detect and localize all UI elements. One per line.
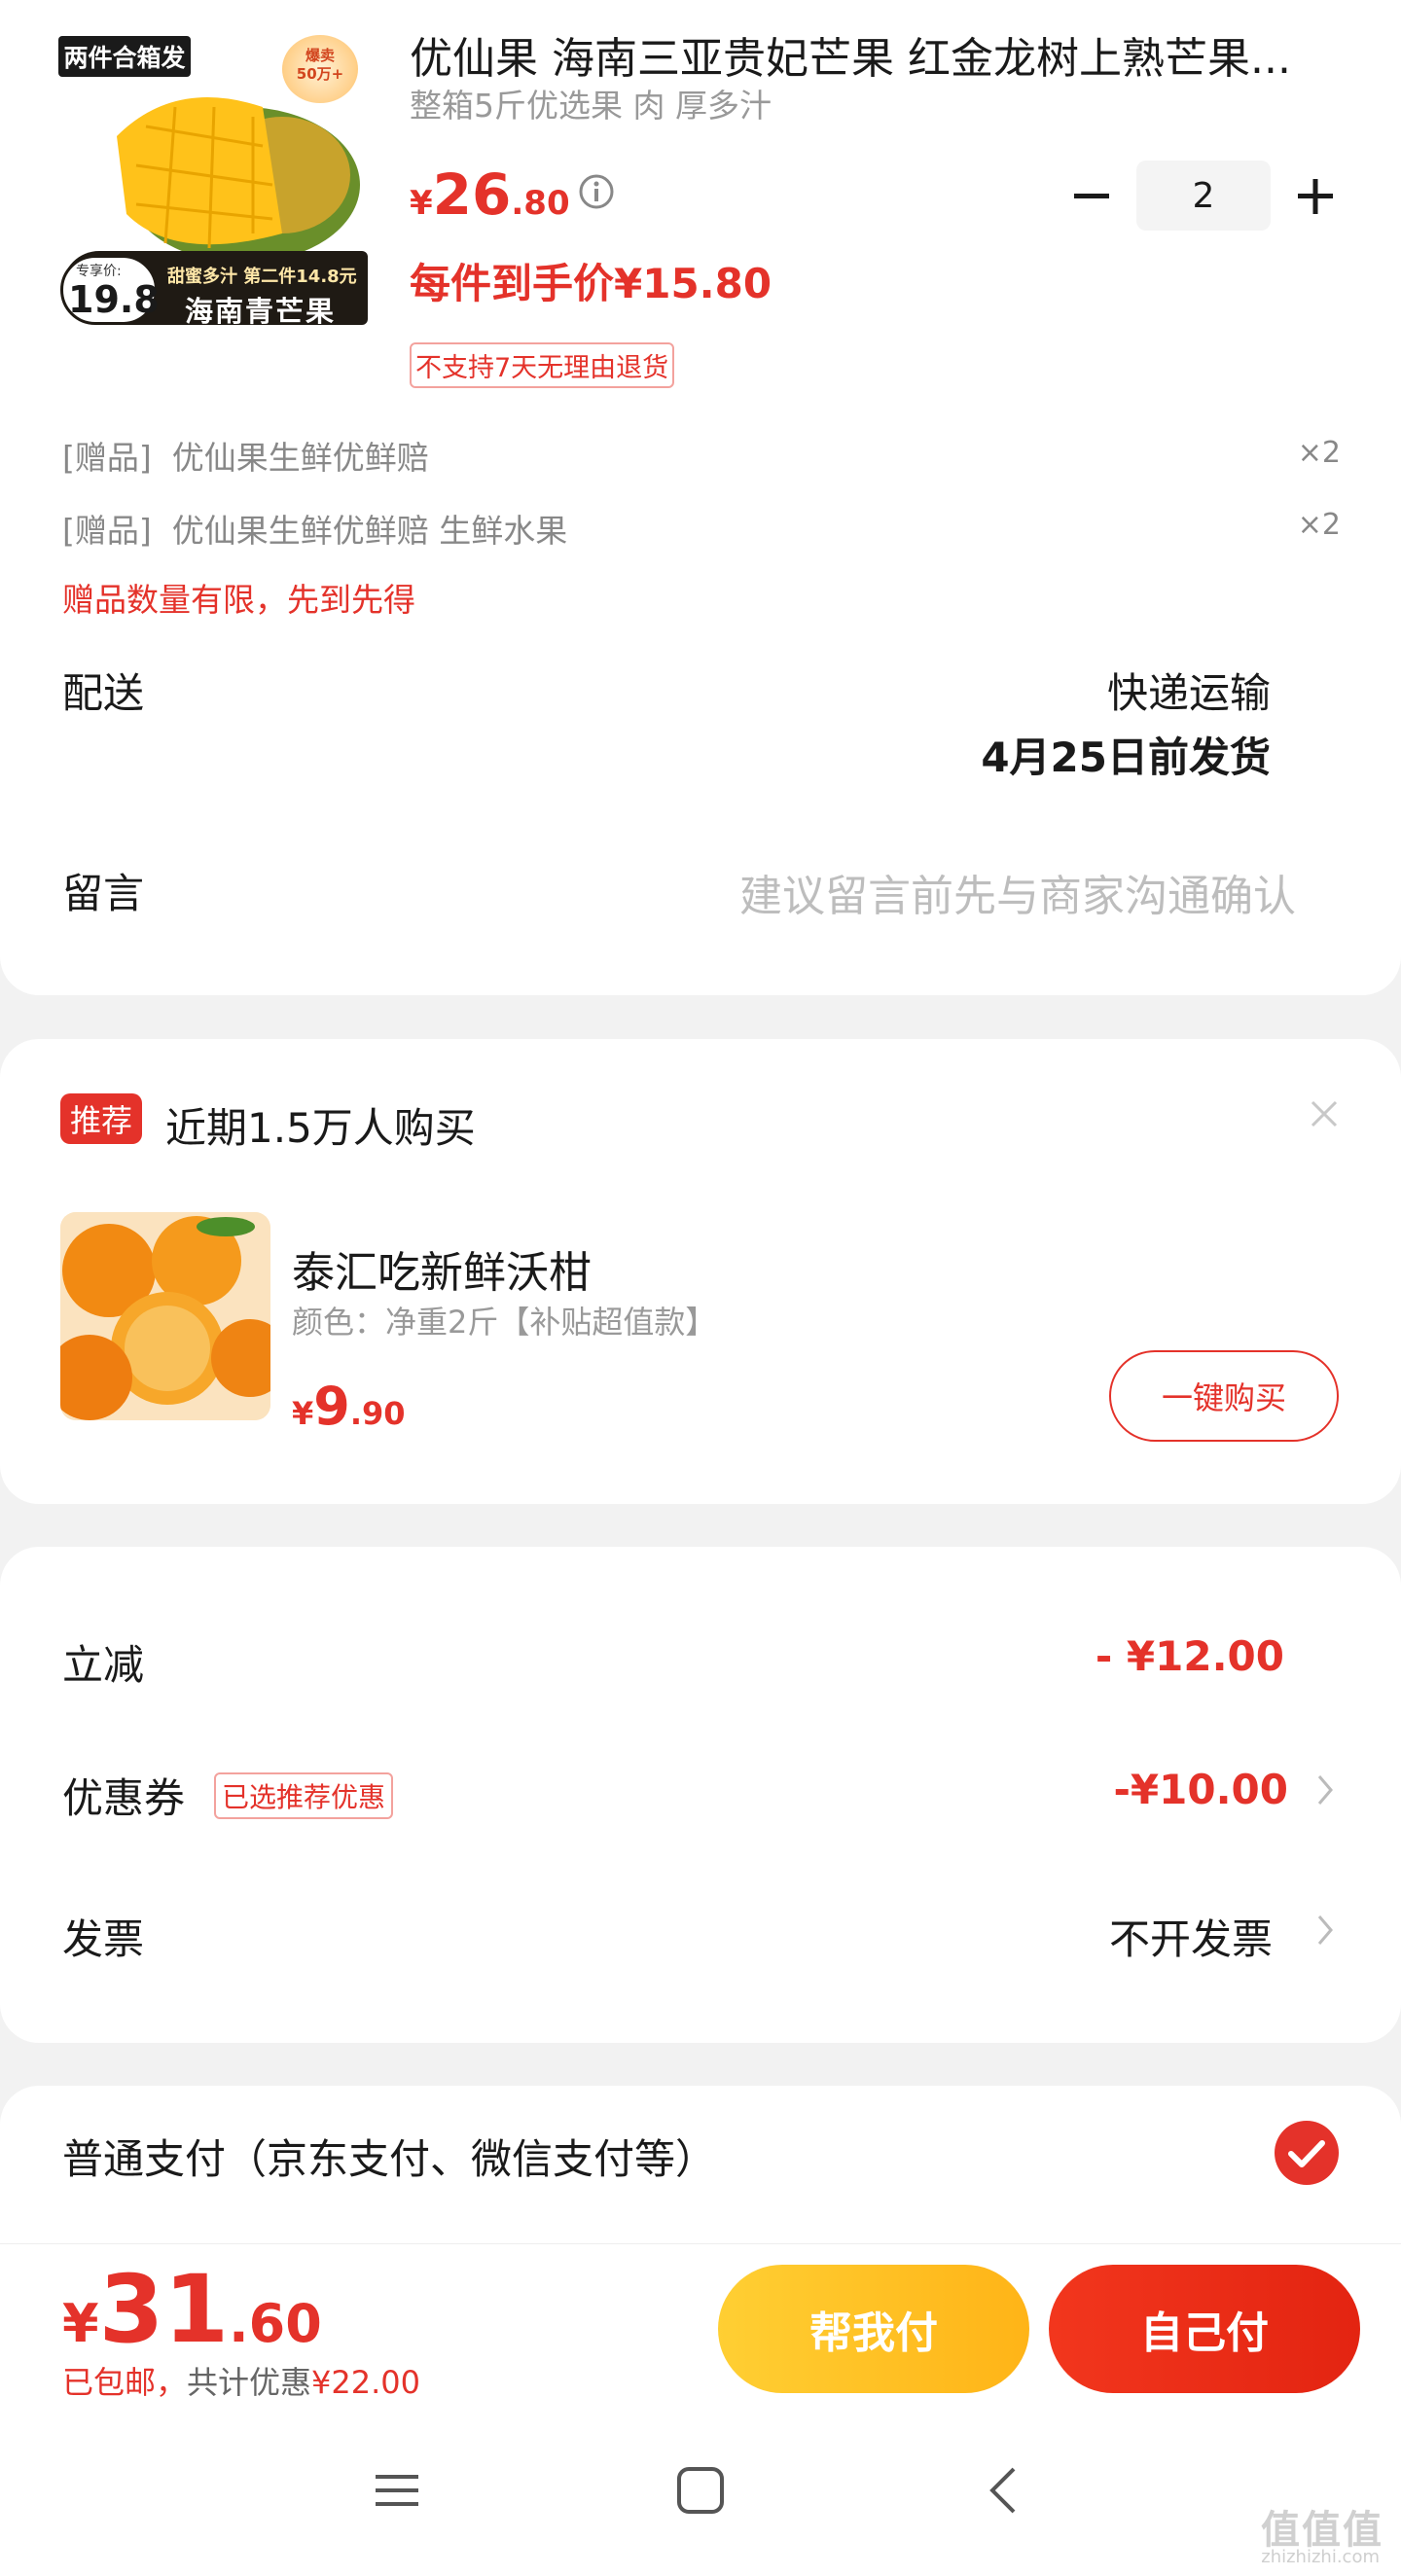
- image-sub-text: 甜蜜多汁 第二件14.8元: [167, 267, 357, 287]
- product-price: ¥26.80: [410, 161, 570, 228]
- instant-discount-label: 立减: [62, 1641, 145, 1689]
- total-decimal: .60: [229, 2293, 322, 2354]
- gift-tag: [赠品]: [62, 439, 152, 477]
- instant-discount-value: - ¥12.00: [1095, 1632, 1284, 1680]
- image-price: 19.8: [68, 278, 160, 321]
- delivery-date: 4月25日前发货: [981, 733, 1271, 781]
- info-icon[interactable]: [578, 173, 615, 210]
- rec-price-integer: 9: [313, 1376, 350, 1437]
- invoice-value[interactable]: 不开发票: [1109, 1907, 1273, 1966]
- product-subtitle: 整箱5斤优选果 肉 厚多汁: [410, 87, 772, 125]
- coupon-badge: 已选推荐优惠: [214, 1772, 394, 1819]
- recommend-product-image[interactable]: [60, 1212, 270, 1420]
- coupon-label[interactable]: 优惠券: [62, 1766, 185, 1825]
- burst-line2: 50万+: [296, 65, 344, 83]
- saving-value: ¥22.00: [311, 2364, 420, 2401]
- total-price: ¥31.60: [62, 2255, 322, 2364]
- image-price-label: 专享价:: [76, 264, 122, 279]
- gift-name: 优仙果生鲜优鲜赔 生鲜水果: [171, 512, 568, 550]
- rec-price-currency: ¥: [292, 1395, 314, 1432]
- message-input[interactable]: 建议留言前先与商家沟通确认: [739, 861, 1296, 923]
- quantity-plus-button[interactable]: [1294, 175, 1337, 218]
- image-product-name: 海南青芒果: [185, 295, 337, 328]
- gift-item: [赠品] 优仙果生鲜优鲜赔 生鲜水果: [62, 505, 567, 552]
- payment-method-label[interactable]: 普通支付（京东支付、微信支付等）: [62, 2127, 716, 2186]
- image-tag: 两件合箱发: [58, 36, 191, 77]
- price-currency: ¥: [410, 184, 433, 223]
- gift-name: 优仙果生鲜优鲜赔: [171, 439, 429, 477]
- total-currency: ¥: [62, 2293, 99, 2354]
- recommend-product-name[interactable]: 泰汇吃新鲜沃柑: [292, 1237, 592, 1300]
- saving-label: 共计优惠: [187, 2364, 312, 2401]
- quantity-minus-button[interactable]: [1070, 175, 1113, 218]
- rec-price-decimal: .90: [349, 1395, 406, 1432]
- one-click-buy-button[interactable]: 一键购买: [1109, 1350, 1339, 1442]
- close-icon[interactable]: [1310, 1099, 1339, 1128]
- product-title[interactable]: 优仙果 海南三亚贵妃芒果 红金龙树上熟芒果...: [410, 23, 1334, 86]
- menu-icon[interactable]: [368, 2461, 426, 2520]
- delivery-method[interactable]: 快递运输: [1107, 661, 1271, 720]
- recommend-badge: 推荐: [60, 1093, 143, 1144]
- gift-note: 赠品数量有限，先到先得: [62, 581, 415, 619]
- final-price: 每件到手价¥15.80: [410, 260, 772, 307]
- chevron-right-icon[interactable]: [1315, 1772, 1335, 1807]
- price-integer: 26: [432, 161, 512, 228]
- image-burst-badge: 爆卖 50万+: [282, 35, 358, 103]
- gift-qty: ×2: [1297, 508, 1341, 542]
- quantity-input[interactable]: 2: [1136, 161, 1271, 231]
- home-icon[interactable]: [671, 2461, 730, 2520]
- coupon-value[interactable]: -¥10.00: [1113, 1766, 1288, 1813]
- burst-line1: 爆卖: [305, 47, 335, 64]
- message-label: 留言: [62, 870, 145, 917]
- help-pay-button[interactable]: 帮我付: [718, 2265, 1029, 2393]
- delivery-label: 配送: [62, 669, 145, 717]
- shipping-saving-note: 已包邮，共计优惠¥22.00: [62, 2358, 420, 2403]
- check-icon[interactable]: [1273, 2119, 1341, 2187]
- gift-tag: [赠品]: [62, 512, 152, 550]
- gift-item: [赠品] 优仙果生鲜优鲜赔: [62, 432, 429, 479]
- price-decimal: .80: [511, 184, 570, 223]
- watermark-url: zhizhizhi.com: [1261, 2547, 1380, 2567]
- total-integer: 31: [98, 2255, 230, 2364]
- return-policy-badge: 不支持7天无理由退货: [410, 342, 675, 388]
- recommend-product-spec: 颜色：净重2斤【补贴超值款】: [292, 1304, 717, 1341]
- gift-qty: ×2: [1297, 436, 1341, 470]
- self-pay-button[interactable]: 自己付: [1049, 2265, 1360, 2393]
- back-icon[interactable]: [975, 2461, 1033, 2520]
- recommend-title: 近期1.5万人购买: [165, 1104, 476, 1152]
- shipping-text: 已包邮，: [62, 2364, 188, 2401]
- recommend-product-price: ¥9.90: [292, 1376, 406, 1437]
- chevron-right-icon[interactable]: [1315, 1913, 1335, 1948]
- invoice-label[interactable]: 发票: [62, 1907, 144, 1966]
